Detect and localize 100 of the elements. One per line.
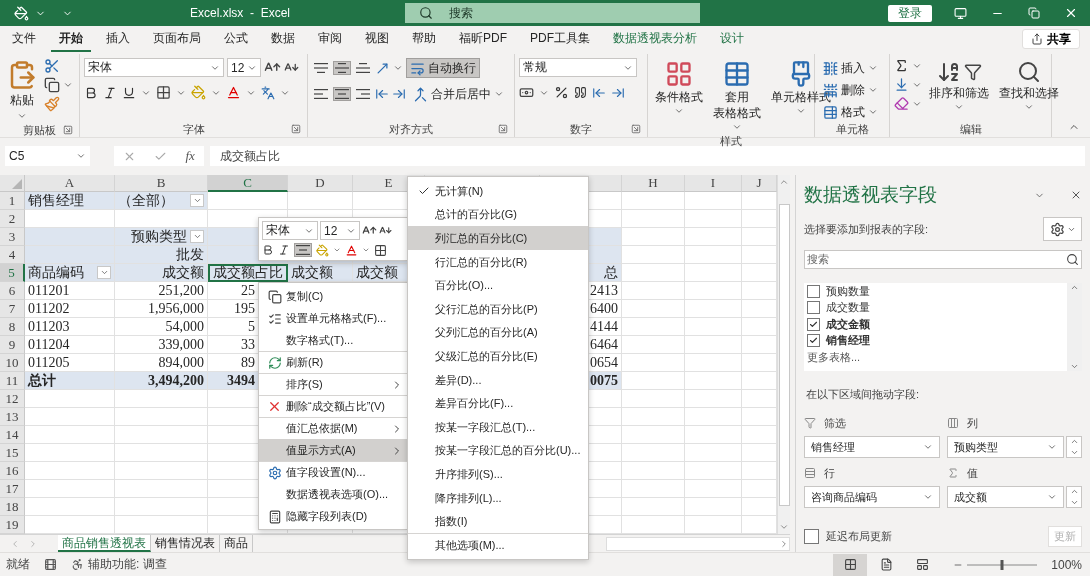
menu-item[interactable]: 父级汇总的百分比(E) xyxy=(408,344,588,368)
menu-item[interactable]: 值显示方式(A) xyxy=(259,439,407,461)
ribbon-tab[interactable]: 福昕PDF xyxy=(451,26,515,52)
field-label[interactable]: 成交金额 xyxy=(826,316,870,332)
ribbon-tab[interactable]: 数据透视表分析 xyxy=(605,26,705,52)
menu-item[interactable]: 按某一字段汇总的百分比(U)... xyxy=(408,438,588,463)
row-header[interactable]: 16 xyxy=(0,462,25,480)
table-cell[interactable]: 成交额 xyxy=(288,264,353,282)
row-header[interactable]: 10 xyxy=(0,354,25,372)
row-header[interactable]: 18 xyxy=(0,498,25,516)
ribbon-tab[interactable]: 审阅 xyxy=(310,26,350,52)
menu-item[interactable]: 数据透视表选项(O)... xyxy=(259,483,407,505)
font-select[interactable]: 宋体 xyxy=(84,58,224,77)
table-cell[interactable]: 销售经理 xyxy=(25,192,115,210)
row-header[interactable]: 1 xyxy=(0,192,25,210)
cells-button[interactable]: 插入 xyxy=(819,58,882,78)
table-cell[interactable]: 011203 xyxy=(25,318,115,336)
menu-item[interactable]: 升序排列(S)... xyxy=(408,462,588,486)
ribbon-tab[interactable]: 页面布局 xyxy=(145,26,209,52)
ribbon-tab[interactable]: 视图 xyxy=(357,26,397,52)
table-cell[interactable]: 预购类型 xyxy=(115,228,208,246)
table-cell[interactable]: 54,000 xyxy=(115,318,208,336)
row-header[interactable]: 11 xyxy=(0,372,25,390)
row-header[interactable]: 8 xyxy=(0,318,25,336)
login-button[interactable]: 登录 xyxy=(888,4,932,22)
column-header[interactable]: A xyxy=(25,175,115,192)
table-cell[interactable]: 3,494,200 xyxy=(115,372,208,390)
row-header[interactable]: 12 xyxy=(0,390,25,408)
field-label[interactable]: 销售经理 xyxy=(826,333,870,349)
editing-button[interactable]: 查找和选择 xyxy=(996,58,1062,121)
area-field[interactable]: 销售经理 xyxy=(804,436,940,458)
menu-item[interactable]: 父列汇总的百分比(A) xyxy=(408,320,588,345)
table-cell[interactable]: 251,200 xyxy=(115,282,208,300)
row-header[interactable]: 14 xyxy=(0,426,25,444)
column-header[interactable]: H xyxy=(622,175,685,192)
menu-item[interactable]: 总计的百分比(G) xyxy=(408,202,588,227)
name-box[interactable]: C5 xyxy=(5,146,90,166)
menu-item[interactable]: 隐藏字段列表(D) xyxy=(259,505,407,527)
search-field[interactable]: 搜索 xyxy=(804,250,1082,269)
row-header[interactable]: 19 xyxy=(0,516,25,534)
table-cell[interactable]: （全部） xyxy=(115,192,208,210)
row-header[interactable]: 15 xyxy=(0,444,25,462)
insert-function-button[interactable]: fx xyxy=(185,148,195,164)
column-header[interactable]: J xyxy=(742,175,777,192)
area-field[interactable]: 咨询商品编码 xyxy=(804,486,940,508)
paste-button[interactable]: 粘贴 xyxy=(4,58,40,123)
field-label[interactable]: 预购数量 xyxy=(826,283,870,299)
row-header[interactable]: 3 xyxy=(0,228,25,246)
ribbon-tab[interactable]: PDF工具集 xyxy=(522,26,598,52)
ribbon-tab[interactable]: 设计 xyxy=(712,26,752,52)
table-cell[interactable]: 011202 xyxy=(25,300,115,318)
formula-field[interactable]: 成交额占比 xyxy=(210,146,1085,166)
column-header[interactable]: B xyxy=(115,175,208,192)
ribbon-tab[interactable]: 公式 xyxy=(216,26,256,52)
font-size-select[interactable]: 12 xyxy=(320,221,360,240)
search-field[interactable]: 搜索 xyxy=(405,3,700,23)
ribbon-tab[interactable]: 插入 xyxy=(98,26,138,52)
row-header[interactable]: 2 xyxy=(0,210,25,228)
table-cell[interactable]: 成交额 xyxy=(115,264,208,282)
sheet-tab[interactable]: 商品销售透视表 xyxy=(58,535,151,552)
menu-item[interactable]: 差异(D)... xyxy=(408,367,588,392)
menu-item[interactable]: 降序排列(L)... xyxy=(408,485,588,510)
area-field[interactable]: 预购类型 xyxy=(946,436,1064,458)
editing-button[interactable]: 排序和筛选 xyxy=(926,58,992,121)
merge-center-button[interactable]: 合并后居中 xyxy=(409,84,508,104)
ribbon-tab[interactable]: 数据 xyxy=(263,26,303,52)
row-header[interactable]: 5 xyxy=(0,264,25,282)
menu-item[interactable]: 父行汇总的百分比(P) xyxy=(408,296,588,321)
menu-item[interactable]: 按某一字段汇总(T)... xyxy=(408,414,588,439)
font-select[interactable]: 宋体 xyxy=(262,221,318,240)
menu-item[interactable]: 指数(I) xyxy=(408,509,588,533)
row-header[interactable]: 9 xyxy=(0,336,25,354)
table-cell[interactable]: 011201 xyxy=(25,282,115,300)
more-tables-link[interactable]: 更多表格... xyxy=(807,349,861,365)
menu-item[interactable]: 值字段设置(N)... xyxy=(259,461,407,483)
column-header[interactable]: C xyxy=(208,175,288,192)
row-header[interactable]: 4 xyxy=(0,246,25,264)
ribbon-tab[interactable]: 帮助 xyxy=(404,26,444,52)
table-cell[interactable]: 339,000 xyxy=(115,336,208,354)
search-input[interactable]: 搜索 xyxy=(447,5,651,21)
number-format-select[interactable]: 常规 xyxy=(519,58,637,77)
area-field[interactable]: 成交额 xyxy=(946,486,1064,508)
cells-button[interactable]: 格式 xyxy=(819,102,882,122)
row-header[interactable]: 7 xyxy=(0,300,25,318)
row-header[interactable]: 17 xyxy=(0,480,25,498)
field-label[interactable]: 成交数量 xyxy=(826,300,870,316)
row-header[interactable]: 6 xyxy=(0,282,25,300)
ribbon-tab[interactable]: 文件 xyxy=(4,26,44,52)
menu-item[interactable]: 其他选项(M)... xyxy=(408,532,588,557)
column-header[interactable]: I xyxy=(685,175,742,192)
accessibility-status[interactable]: 辅助功能: 调查 xyxy=(88,556,167,573)
zoom-level[interactable]: 100% xyxy=(1051,557,1090,572)
style-button[interactable]: 套用 表格格式 xyxy=(710,58,764,134)
column-header[interactable]: D xyxy=(288,175,353,192)
font-size-select[interactable]: 12 xyxy=(227,58,261,77)
row-header[interactable]: 13 xyxy=(0,408,25,426)
ribbon-tab[interactable]: 开始 xyxy=(51,26,91,52)
table-cell[interactable]: 商品编码 xyxy=(25,264,115,282)
table-cell[interactable]: 1,956,000 xyxy=(115,300,208,318)
menu-item[interactable]: 差异百分比(F)... xyxy=(408,391,588,415)
